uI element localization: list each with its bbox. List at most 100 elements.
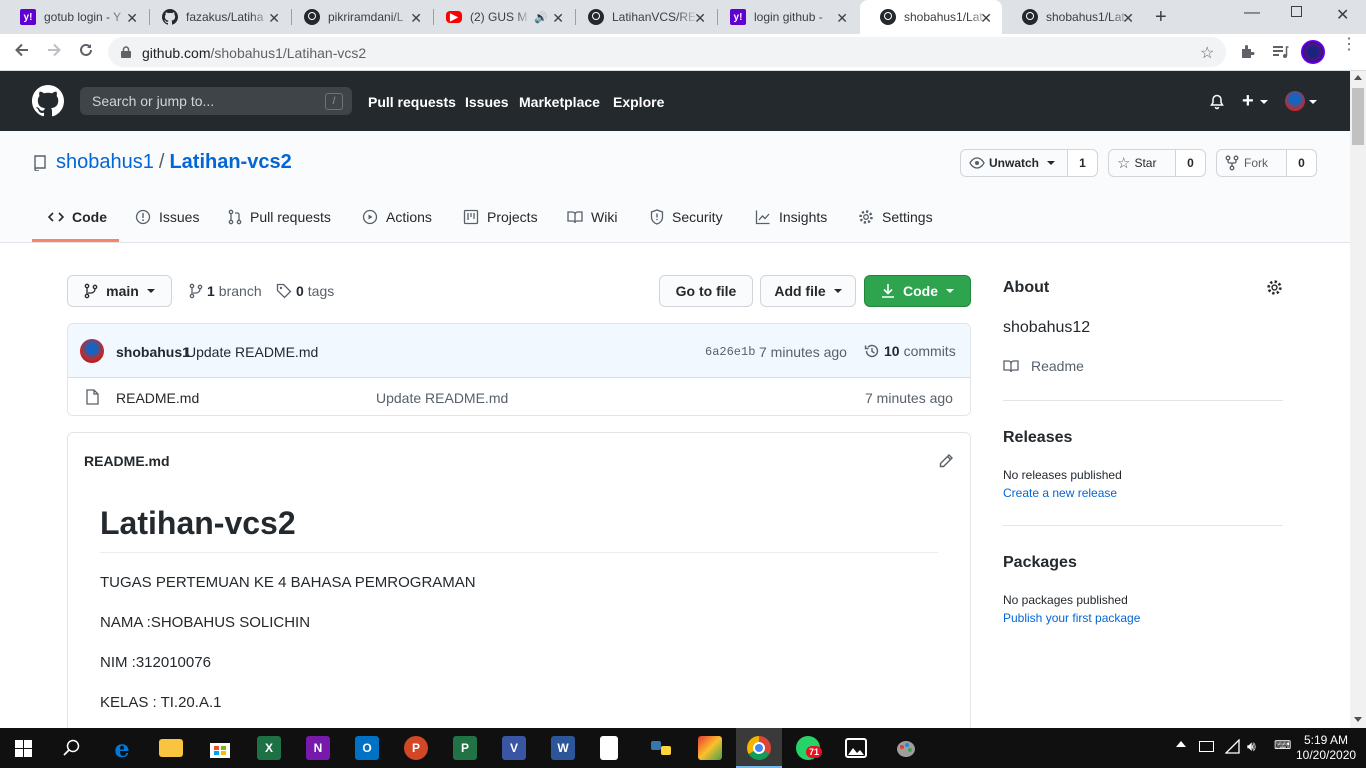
profile-avatar[interactable]	[1301, 40, 1325, 64]
scroll-up-arrow-icon[interactable]	[1354, 75, 1362, 80]
bookmark-star-icon[interactable]: ☆	[1200, 43, 1214, 63]
new-tab-button[interactable]: +	[1155, 6, 1167, 29]
close-icon[interactable]: ✕	[836, 10, 848, 27]
fork-button[interactable]: Fork 0	[1216, 149, 1317, 177]
ime-icon[interactable]: ⌨︎	[1274, 738, 1291, 752]
file-explorer-icon[interactable]	[159, 739, 183, 757]
tab-security[interactable]: Security	[650, 209, 723, 225]
paint-app-icon[interactable]	[698, 736, 722, 760]
scrollbar-thumb[interactable]	[1352, 88, 1364, 145]
close-icon[interactable]: ✕	[410, 10, 422, 27]
python-icon[interactable]	[649, 736, 673, 760]
edge-icon[interactable]: e	[110, 734, 134, 763]
visio-icon[interactable]: V	[502, 736, 526, 760]
branch-select-button[interactable]: main	[67, 275, 172, 307]
commit-author[interactable]: shobahus1	[116, 344, 190, 360]
document-icon[interactable]	[600, 736, 618, 760]
back-button[interactable]	[13, 41, 31, 59]
releases-heading[interactable]: Releases	[1003, 429, 1072, 447]
commits-link[interactable]: 10 commits	[864, 343, 956, 359]
browser-menu-icon[interactable]: ⋮	[1341, 37, 1357, 53]
forward-button[interactable]	[45, 41, 63, 59]
photos-icon[interactable]	[845, 738, 867, 758]
close-icon[interactable]: ✕	[552, 10, 564, 27]
tab-insights[interactable]: Insights	[755, 209, 827, 225]
file-commit-message[interactable]: Update README.md	[376, 390, 508, 406]
tab-actions[interactable]: Actions	[362, 209, 432, 225]
nav-explore[interactable]: Explore	[613, 94, 664, 110]
close-icon[interactable]: ✕	[694, 10, 706, 27]
media-control-icon[interactable]	[1271, 43, 1289, 61]
browser-tab[interactable]: fazakus/Latiha ✕	[142, 0, 290, 34]
browser-tab[interactable]: ▶ (2) GUS M 🔊 ✕	[426, 0, 574, 34]
nav-issues[interactable]: Issues	[465, 94, 509, 110]
bell-icon[interactable]	[1209, 94, 1225, 110]
chrome-taskbar-active[interactable]	[736, 728, 782, 768]
create-new-plus-icon[interactable]: +	[1242, 90, 1254, 113]
pencil-edit-icon[interactable]	[938, 453, 954, 469]
powerpoint-icon[interactable]: P	[404, 736, 428, 760]
star-button[interactable]: ☆ Star 0	[1108, 149, 1206, 177]
user-avatar[interactable]	[1285, 91, 1305, 111]
window-close-button[interactable]: ✕	[1336, 5, 1349, 25]
scroll-down-arrow-icon[interactable]	[1354, 717, 1362, 722]
battery-icon[interactable]	[1199, 741, 1214, 752]
repo-name-link[interactable]: Latihan-vcs2	[169, 151, 291, 173]
search-input[interactable]: Search or jump to... /	[80, 87, 352, 115]
tab-projects[interactable]: Projects	[463, 209, 538, 225]
page-scrollbar[interactable]	[1350, 71, 1366, 728]
chevron-up-icon[interactable]	[1176, 741, 1186, 747]
maximize-button[interactable]	[1291, 6, 1302, 17]
close-icon[interactable]: ✕	[126, 10, 138, 27]
create-release-link[interactable]: Create a new release	[1003, 486, 1117, 500]
tab-issues[interactable]: Issues	[135, 209, 199, 225]
close-icon[interactable]: ✕	[980, 10, 992, 27]
packages-heading[interactable]: Packages	[1003, 554, 1077, 572]
wifi-icon[interactable]	[1225, 739, 1241, 755]
project-icon[interactable]: P	[453, 736, 477, 760]
onenote-icon[interactable]: N	[306, 736, 330, 760]
whatsapp-icon[interactable]: 71	[796, 736, 823, 760]
nav-marketplace[interactable]: Marketplace	[519, 94, 600, 110]
excel-icon[interactable]: X	[257, 736, 281, 760]
repo-owner-link[interactable]: shobahus1	[56, 151, 154, 173]
browser-tab[interactable]: LatihanVCS/RE ✕	[568, 0, 716, 34]
go-to-file-button[interactable]: Go to file	[659, 275, 753, 307]
fork-count[interactable]: 0	[1286, 150, 1316, 176]
tab-settings[interactable]: Settings	[858, 209, 933, 225]
browser-tab-active[interactable]: shobahus1/Lat ✕	[860, 0, 1002, 34]
minimize-button[interactable]: —	[1244, 4, 1260, 22]
system-clock[interactable]: 5:19 AM 10/20/2020	[1296, 733, 1356, 763]
tab-pull-requests[interactable]: Pull requests	[228, 209, 331, 225]
word-icon[interactable]: W	[551, 736, 575, 760]
outlook-icon[interactable]: O	[355, 736, 379, 760]
tags-link[interactable]: 0 tags	[276, 283, 334, 299]
browser-tab[interactable]: shobahus1/Lat ✕	[1002, 0, 1144, 34]
browser-tab[interactable]: pikriramdani/L ✕	[284, 0, 432, 34]
unwatch-button[interactable]: Unwatch 1	[960, 149, 1098, 177]
file-name-link[interactable]: README.md	[116, 390, 199, 406]
close-icon[interactable]: ✕	[1122, 10, 1134, 27]
reload-button[interactable]	[77, 41, 95, 59]
add-file-button[interactable]: Add file	[760, 275, 856, 307]
paint3d-icon[interactable]	[894, 736, 918, 760]
watch-count[interactable]: 1	[1067, 150, 1097, 176]
gear-icon[interactable]	[1266, 279, 1283, 296]
star-count[interactable]: 0	[1175, 150, 1205, 176]
tab-code[interactable]: Code	[48, 209, 107, 225]
branches-link[interactable]: 1 branch	[189, 283, 262, 299]
windows-start-icon[interactable]	[15, 740, 32, 757]
github-logo-icon[interactable]	[32, 85, 64, 117]
browser-tab[interactable]: y! gotub login - Y ✕	[0, 0, 148, 34]
browser-tab[interactable]: y! login github - ✕	[710, 0, 858, 34]
commit-sha[interactable]: 6a26e1b	[705, 345, 755, 359]
address-bar[interactable]: github.com/shobahus1/Latihan-vcs2 ☆	[108, 37, 1226, 67]
commit-message[interactable]: Update README.md	[186, 344, 318, 360]
volume-icon[interactable]: 🔊︎	[1247, 738, 1256, 755]
readme-link[interactable]: Readme	[1003, 358, 1084, 374]
nav-pull-requests[interactable]: Pull requests	[368, 94, 456, 110]
extensions-icon[interactable]	[1239, 43, 1257, 61]
publish-package-link[interactable]: Publish your first package	[1003, 611, 1140, 625]
speaker-icon[interactable]: 🔊	[534, 11, 548, 24]
search-icon[interactable]	[63, 739, 81, 757]
